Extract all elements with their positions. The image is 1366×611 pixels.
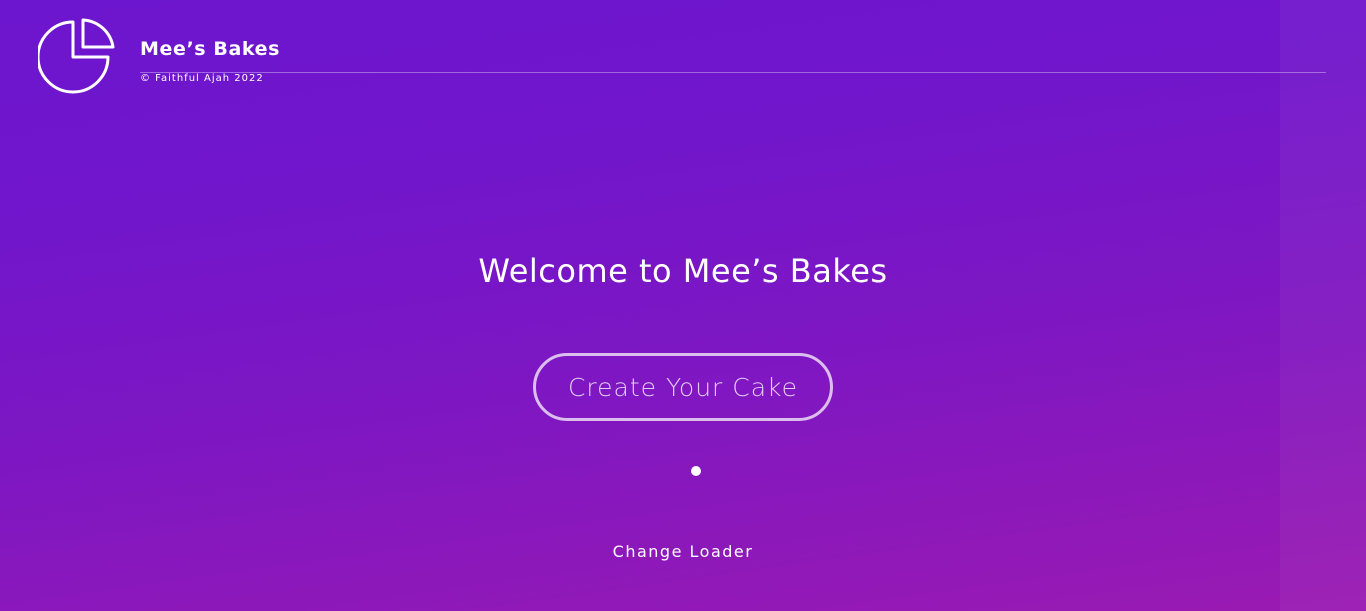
welcome-title: Welcome to Mee’s Bakes [478,252,888,290]
change-loader-link[interactable]: Change Loader [0,542,1366,561]
header-divider [140,72,1326,73]
right-edge-panel [1280,0,1366,611]
copyright-text: © Faithful Ajah 2022 [140,73,264,84]
loader-dot [691,466,701,476]
brand-name: Mee’s Bakes [140,38,281,60]
pie-chart-icon [36,18,116,96]
create-your-cake-button[interactable]: Create Your Cake [533,353,833,421]
